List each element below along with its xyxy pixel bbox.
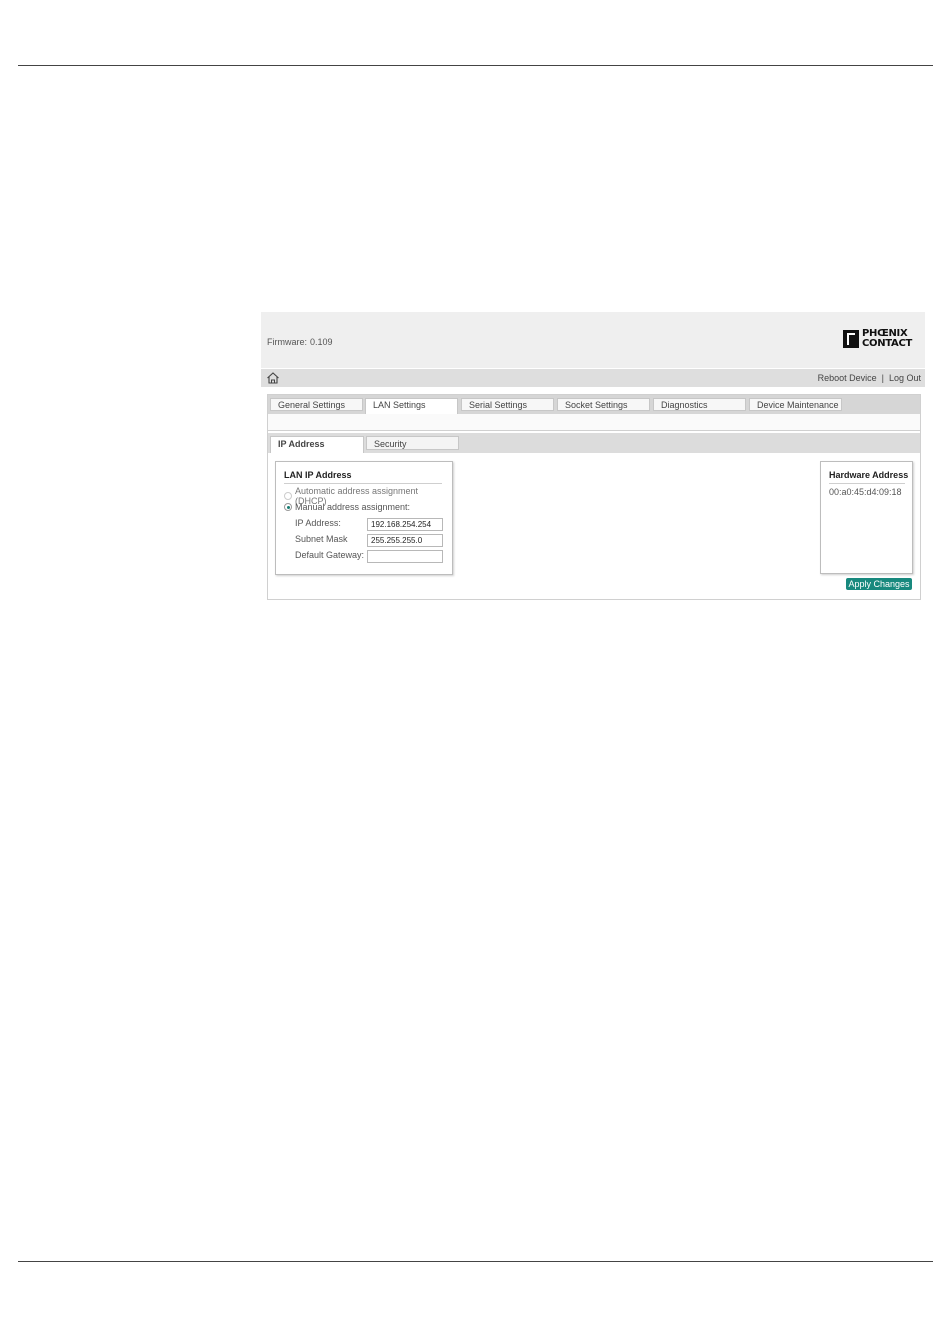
lan-ip-title: LAN IP Address bbox=[284, 470, 352, 480]
tab-serial-settings[interactable]: Serial Settings bbox=[461, 398, 554, 411]
hardware-title-divider bbox=[829, 483, 905, 484]
dhcp-radio[interactable] bbox=[284, 492, 292, 500]
ip-address-label: IP Address: bbox=[295, 518, 341, 528]
logo-line-2: CONTACT bbox=[862, 338, 913, 349]
subnet-mask-input[interactable]: 255.255.255.0 bbox=[367, 534, 443, 547]
tab-lan-settings[interactable]: LAN Settings bbox=[365, 398, 458, 414]
hardware-address-box: Hardware Address 00:a0:45:d4:09:18 bbox=[820, 461, 913, 574]
main-panel: General Settings LAN Settings Serial Set… bbox=[267, 394, 921, 600]
manual-label: Manual address assignment: bbox=[295, 502, 411, 512]
page-bottom-rule bbox=[18, 1261, 933, 1262]
tab-device-maintenance[interactable]: Device Maintenance bbox=[749, 398, 842, 411]
tab-general-settings[interactable]: General Settings bbox=[270, 398, 363, 411]
subtab-ip-address[interactable]: IP Address bbox=[270, 436, 364, 453]
title-divider bbox=[284, 483, 442, 484]
subnet-mask-label: Subnet Mask bbox=[295, 534, 348, 544]
header-bar: Firmware: 0.109 PHŒNIX CONTACT bbox=[261, 312, 925, 368]
firmware-label: Firmware: bbox=[267, 337, 307, 347]
page-top-rule bbox=[18, 65, 933, 66]
reboot-device-link[interactable]: Reboot Device bbox=[818, 373, 877, 383]
device-web-ui: Firmware: 0.109 PHŒNIX CONTACT Reboot Dev… bbox=[261, 312, 925, 602]
tab-diagnostics[interactable]: Diagnostics bbox=[653, 398, 746, 411]
lan-ip-address-box: LAN IP Address Automatic address assignm… bbox=[275, 461, 453, 575]
apply-changes-button[interactable]: Apply Changes bbox=[846, 578, 912, 590]
tab-content-bar bbox=[268, 414, 920, 431]
firmware-info: Firmware: 0.109 bbox=[267, 337, 333, 347]
log-out-link[interactable]: Log Out bbox=[889, 373, 921, 383]
logo-mark-icon bbox=[843, 330, 859, 348]
firmware-value: 0.109 bbox=[310, 337, 333, 347]
default-gateway-label: Default Gateway: bbox=[295, 550, 365, 560]
hardware-address-title: Hardware Address bbox=[829, 470, 909, 480]
manual-option[interactable]: Manual address assignment: bbox=[284, 502, 410, 512]
phoenix-contact-logo: PHŒNIX CONTACT bbox=[843, 329, 921, 351]
hardware-address-value: 00:a0:45:d4:09:18 bbox=[829, 487, 902, 497]
tab-socket-settings[interactable]: Socket Settings bbox=[557, 398, 650, 411]
subtab-security[interactable]: Security bbox=[366, 436, 459, 450]
default-gateway-input[interactable] bbox=[367, 550, 443, 563]
manual-radio[interactable] bbox=[284, 503, 292, 511]
ip-address-input[interactable]: 192.168.254.254 bbox=[367, 518, 443, 531]
home-icon[interactable] bbox=[266, 371, 280, 385]
main-tab-strip: General Settings LAN Settings Serial Set… bbox=[268, 395, 920, 414]
nav-bar: Reboot Device | Log Out bbox=[261, 369, 925, 387]
sub-tab-strip: IP Address Security bbox=[268, 433, 920, 453]
top-links: Reboot Device | Log Out bbox=[818, 373, 921, 383]
link-separator: | bbox=[881, 373, 884, 383]
